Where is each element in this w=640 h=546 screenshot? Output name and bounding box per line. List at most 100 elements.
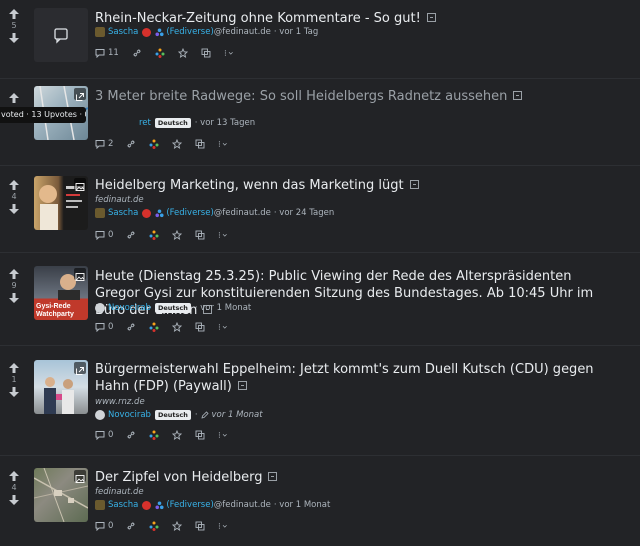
copy-icon (195, 430, 205, 440)
comments-button[interactable]: 2 (95, 139, 113, 149)
comments-button[interactable]: 0 (95, 430, 113, 440)
community-link[interactable]: (Fediverse) (166, 499, 213, 511)
save-button[interactable] (172, 430, 183, 440)
post-thumbnail[interactable]: Gysi-Rede Watchparty (34, 266, 88, 320)
copy-icon (195, 322, 205, 332)
more-button[interactable] (218, 322, 228, 332)
expand-icon[interactable] (268, 472, 278, 481)
post-title-text[interactable]: Heidelberg Marketing, wenn das Marketing… (95, 178, 404, 193)
arrow-up-icon[interactable] (6, 470, 22, 482)
link-button[interactable] (126, 521, 136, 531)
author-link[interactable]: Novocirab (108, 302, 151, 314)
flair-icon (142, 208, 152, 218)
score: 4 (11, 192, 17, 201)
comments-button[interactable]: 0 (95, 322, 113, 332)
comments-button[interactable]: 0 (95, 230, 113, 240)
save-button[interactable] (172, 521, 183, 531)
arrow-down-icon[interactable] (6, 292, 22, 304)
link-button[interactable] (126, 139, 136, 149)
post-title-text[interactable]: Der Zipfel von Heidelberg (95, 470, 262, 485)
more-button[interactable] (218, 139, 228, 149)
crosspost-button[interactable] (195, 230, 205, 240)
expand-icon[interactable] (426, 13, 436, 22)
copy-icon (195, 139, 205, 149)
author-link[interactable]: ret (139, 117, 151, 129)
post-meta: Sascha (Fediverse) @fedinaut.de · vor 1 … (95, 499, 330, 511)
author-link[interactable]: Sascha (108, 499, 138, 511)
arrow-up-icon[interactable] (6, 362, 22, 374)
save-button[interactable] (172, 322, 183, 332)
post-thumbnail[interactable] (34, 176, 88, 230)
crosspost-button[interactable] (195, 139, 205, 149)
crosspost-button[interactable] (195, 430, 205, 440)
text-post-thumbnail[interactable] (34, 8, 88, 62)
arrow-down-icon[interactable] (6, 203, 22, 215)
arrow-down-icon[interactable] (6, 32, 22, 44)
more-icon (224, 50, 233, 56)
post-title-text[interactable]: Bürgermeisterwahl Eppelheim: Jetzt kommt… (95, 362, 594, 394)
link-button[interactable] (126, 322, 136, 332)
post-title[interactable]: Rhein-Neckar-Zeitung ohne Kommentare - S… (95, 10, 615, 27)
post-domain[interactable]: www.rnz.de (95, 397, 145, 407)
post-actions: 0 (95, 321, 241, 333)
crosspost-button[interactable] (201, 48, 211, 58)
community-link[interactable]: (Fediverse) (166, 207, 213, 219)
post-title[interactable]: Bürgermeisterwahl Eppelheim: Jetzt kommt… (95, 361, 610, 395)
fediverse-button[interactable] (149, 230, 159, 240)
more-button[interactable] (218, 521, 228, 531)
fediverse-icon (149, 139, 159, 149)
more-button[interactable] (218, 430, 228, 440)
save-button[interactable] (177, 48, 188, 58)
post-thumbnail[interactable] (34, 360, 88, 414)
expand-icon[interactable] (513, 91, 523, 100)
post-title[interactable]: Der Zipfel von Heidelberg (95, 469, 615, 486)
fediverse-button[interactable] (149, 521, 159, 531)
post-domain[interactable]: fedinaut.de (95, 487, 144, 497)
more-icon (219, 232, 228, 238)
vote-widget: 4 (6, 470, 22, 506)
external-link-icon (74, 362, 86, 375)
link-button[interactable] (126, 430, 136, 440)
avatar[interactable] (95, 303, 105, 313)
crosspost-button[interactable] (195, 521, 205, 531)
fediverse-button[interactable] (149, 139, 159, 149)
fediverse-button[interactable] (149, 322, 159, 332)
arrow-down-icon[interactable] (6, 386, 22, 398)
divider (0, 78, 640, 79)
author-link[interactable]: Novocirab (108, 409, 151, 421)
save-button[interactable] (172, 230, 183, 240)
post-title[interactable]: 3 Meter breite Radwege: So soll Heidelbe… (95, 88, 615, 105)
arrow-up-icon[interactable] (6, 8, 22, 20)
save-button[interactable] (172, 139, 183, 149)
post-domain[interactable]: fedinaut.de (95, 195, 144, 205)
community-link[interactable]: (Fediverse) (166, 26, 213, 38)
expand-icon[interactable] (409, 180, 419, 189)
fediverse-button[interactable] (149, 430, 159, 440)
fediverse-icon (155, 48, 165, 58)
arrow-up-icon[interactable] (6, 92, 22, 104)
post-title-text[interactable]: 3 Meter breite Radwege: So soll Heidelbe… (95, 89, 507, 104)
post-title-text[interactable]: Rhein-Neckar-Zeitung ohne Kommentare - S… (95, 11, 421, 26)
comments-button[interactable]: 11 (95, 48, 119, 58)
avatar[interactable] (95, 27, 105, 37)
avatar[interactable] (95, 410, 105, 420)
fediverse-button[interactable] (155, 48, 165, 58)
avatar[interactable] (95, 208, 105, 218)
expand-icon[interactable] (237, 381, 247, 390)
avatar[interactable] (95, 500, 105, 510)
more-button[interactable] (218, 230, 228, 240)
link-button[interactable] (126, 230, 136, 240)
post-title[interactable]: Heidelberg Marketing, wenn das Marketing… (95, 177, 615, 194)
flair-icon (142, 27, 152, 37)
arrow-up-icon[interactable] (6, 268, 22, 280)
link-button[interactable] (132, 48, 142, 58)
arrow-up-icon[interactable] (6, 179, 22, 191)
more-button[interactable] (224, 48, 234, 58)
author-link[interactable]: Sascha (108, 207, 138, 219)
author-link[interactable]: Sascha (108, 26, 138, 38)
arrow-down-icon[interactable] (6, 494, 22, 506)
post-thumbnail[interactable] (34, 468, 88, 522)
comments-button[interactable]: 0 (95, 521, 113, 531)
instance-name: @fedinaut.de (213, 500, 271, 510)
crosspost-button[interactable] (195, 322, 205, 332)
